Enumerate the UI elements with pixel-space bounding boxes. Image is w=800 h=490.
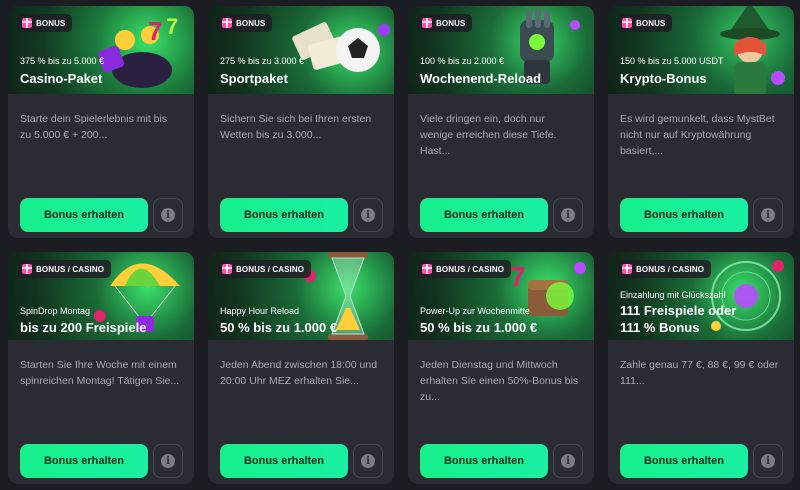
get-bonus-button[interactable]: Bonus erhalten [420,444,548,478]
bonus-card: 7 BONUS / CASINO Power-Up zur Wochenmitt… [408,252,594,484]
bonus-subtitle: 275 % bis zu 3.000 € [220,56,305,66]
bonus-subtitle: 100 % bis zu 2.000 € [420,56,505,66]
info-icon: i [161,208,175,222]
bonus-card: BONUS / CASINO Einzahlung mit Glückszahl… [608,252,794,484]
svg-text:7: 7 [510,261,526,292]
bonus-tag: BONUS / CASINO [18,260,112,278]
get-bonus-button[interactable]: Bonus erhalten [420,198,548,232]
info-button[interactable]: i [353,198,383,232]
info-button[interactable]: i [153,198,183,232]
gift-icon [422,264,432,274]
bonus-description: Starte dein Spielerlebnis mit bis zu 5.0… [20,113,168,141]
bonus-description: Sichern Sie sich bei Ihren ersten Wetten… [220,113,372,141]
info-button[interactable]: i [353,444,383,478]
info-icon: i [161,454,175,468]
bonus-subtitle: 375 % bis zu 5.000 € [20,56,105,66]
info-button[interactable]: i [753,444,783,478]
bonus-description: Es wird gemunkelt, dass MystBet nicht nu… [620,113,775,157]
info-button[interactable]: i [553,198,583,232]
info-button[interactable]: i [753,198,783,232]
gift-icon [22,264,32,274]
bonus-title: Krypto-Bonus [620,71,707,86]
bonus-title: 50 % bis zu 1.000 € [420,320,538,335]
info-button[interactable]: i [553,444,583,478]
bonus-subtitle: SpinDrop Montag [20,306,91,316]
bonus-subtitle: Einzahlung mit Glückszahl [620,290,726,300]
bonus-tag: BONUS [218,14,273,32]
info-icon: i [361,208,375,222]
bonus-card: BONUS / CASINO SpinDrop Montag bis zu 20… [8,252,194,484]
info-icon: i [761,208,775,222]
bonus-card: 7 7 BONUS 375 % bis zu 5.000 € Casino-Pa… [8,6,194,238]
bonus-title: Sportpaket [220,71,288,86]
svg-text:7: 7 [166,14,178,39]
bonus-description: Jeden Dienstag und Mittwoch erhalten Sie… [420,359,579,403]
bonus-card: BONUS / CASINO Happy Hour Reload 50 % bi… [208,252,394,484]
bonus-subtitle: Happy Hour Reload [220,306,300,316]
gift-icon [22,18,32,28]
bonus-card: BONUS 100 % bis zu 2.000 € Wochenend-Rel… [408,6,594,238]
svg-text:7: 7 [148,16,162,46]
bonus-description: Viele dringen ein, doch nur wenige errei… [420,113,557,157]
bonus-card: BONUS 275 % bis zu 3.000 € Sportpaket Si… [208,6,394,238]
get-bonus-button[interactable]: Bonus erhalten [620,444,748,478]
bonus-description: Zahle genau 77 €, 88 €, 99 € oder 111... [620,359,779,387]
bonus-tag: BONUS [418,14,473,32]
get-bonus-button[interactable]: Bonus erhalten [620,198,748,232]
bonus-description: Jeden Abend zwischen 18:00 und 20:00 Uhr… [220,359,378,387]
bonus-subtitle: Power-Up zur Wochenmitte [420,306,530,316]
info-icon: i [561,208,575,222]
bonus-title: 50 % bis zu 1.000 € [220,320,338,335]
get-bonus-button[interactable]: Bonus erhalten [20,444,148,478]
bonus-tag: BONUS [618,14,673,32]
bonus-tag: BONUS [18,14,73,32]
bonus-title: bis zu 200 Freispiele [20,320,147,335]
gift-icon [422,18,432,28]
gift-icon [222,18,232,28]
gift-icon [222,264,232,274]
bonus-card: BONUS 150 % bis zu 5.000 USDT Krypto-Bon… [608,6,794,238]
info-icon: i [361,454,375,468]
bonus-title: Wochenend-Reload [420,71,542,86]
info-icon: i [561,454,575,468]
bonus-title: 111 Freispiele oder 111 % Bonus [620,303,737,335]
get-bonus-button[interactable]: Bonus erhalten [220,444,348,478]
bonus-subtitle: 150 % bis zu 5.000 USDT [620,56,724,66]
bonus-description: Starten Sie Ihre Woche mit einem spinrei… [20,359,180,387]
bonus-title: Casino-Paket [20,71,103,86]
gift-icon [622,18,632,28]
bonus-tag: BONUS / CASINO [218,260,312,278]
get-bonus-button[interactable]: Bonus erhalten [220,198,348,232]
bonus-tag: BONUS / CASINO [618,260,712,278]
info-button[interactable]: i [153,444,183,478]
get-bonus-button[interactable]: Bonus erhalten [20,198,148,232]
gift-icon [622,264,632,274]
bonus-grid: 7 7 BONUS 375 % bis zu 5.000 € Casino-Pa… [0,0,800,490]
bonus-tag: BONUS / CASINO [418,260,512,278]
info-icon: i [761,454,775,468]
